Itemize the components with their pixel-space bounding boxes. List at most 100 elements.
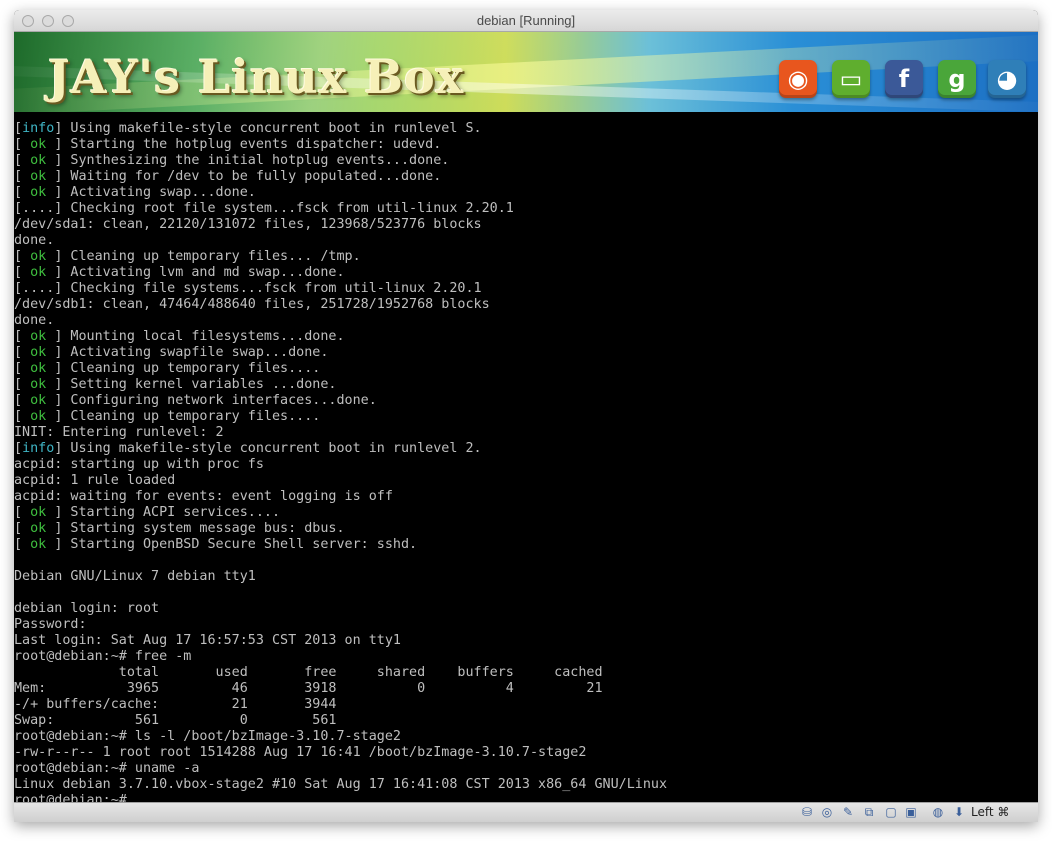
- terminal-line: INIT: Entering runlevel: 2: [14, 425, 224, 441]
- terminal-line-text: Debian GNU/Linux 7 debian tty1: [14, 569, 256, 584]
- terminal-line: debian login: root: [14, 601, 159, 617]
- status-tag: [ ok ]: [14, 361, 63, 376]
- terminal-line: acpid: waiting for events: event logging…: [14, 489, 393, 505]
- terminal-line: root@debian:~# _: [14, 793, 143, 802]
- title-bar: debian [Running]: [14, 10, 1038, 32]
- terminal-line-text: Mounting local filesystems...done.: [62, 329, 345, 344]
- terminal-line-text: Activating swapfile swap...done.: [62, 345, 329, 360]
- terminal-line-text: Starting ACPI services....: [62, 505, 281, 520]
- terminal-line-text: /dev/sda1: clean, 22120/131072 files, 12…: [14, 217, 482, 232]
- terminal-line: /dev/sdb1: clean, 47464/488640 files, 25…: [14, 297, 490, 313]
- terminal-line-text: debian login: root: [14, 601, 160, 616]
- terminal-line: -rw-r--r-- 1 root root 1514288 Aug 17 16…: [14, 745, 586, 761]
- status-tag: [ ok ]: [14, 137, 63, 152]
- terminal-line-text: Password:: [14, 617, 87, 632]
- terminal-line: [info] Using makefile-style concurrent b…: [14, 121, 482, 137]
- terminal-line: /dev/sda1: clean, 22120/131072 files, 12…: [14, 217, 482, 233]
- terminal-line: acpid: starting up with proc fs: [14, 457, 264, 473]
- terminal-line-text: root@debian:~# _: [14, 793, 143, 802]
- terminal-line: acpid: 1 rule loaded: [14, 473, 175, 489]
- terminal-line: [ ok ] Starting the hotplug events dispa…: [14, 137, 441, 153]
- status-tag: [ ok ]: [14, 537, 63, 552]
- terminal-line: Mem: 3965 46 3918 0 4 21: [14, 681, 603, 697]
- video-capture-icon[interactable]: ▣: [904, 805, 918, 819]
- terminal-line-text: Waiting for /dev to be fully populated..…: [62, 169, 442, 184]
- shared-folders-icon[interactable]: ⧉: [862, 805, 876, 819]
- terminal-line: root@debian:~# free -m: [14, 649, 191, 665]
- terminal-line-text: Configuring network interfaces...done.: [62, 393, 377, 408]
- status-tag: [ ok ]: [14, 505, 63, 520]
- terminal-line-text: Using makefile-style concurrent boot in …: [62, 441, 482, 456]
- terminal-line: Debian GNU/Linux 7 debian tty1: [14, 569, 256, 585]
- terminal-line: [ ok ] Synthesizing the initial hotplug …: [14, 153, 449, 169]
- terminal-screen[interactable]: [info] Using makefile-style concurrent b…: [14, 112, 1038, 802]
- banner: JAY's Linux Box ◉ ▭ f g ◕: [14, 32, 1038, 112]
- status-tag: [ ok ]: [14, 393, 63, 408]
- terminal-line: Password:: [14, 617, 87, 633]
- terminal-line: done.: [14, 313, 54, 329]
- terminal-line-text: Setting kernel variables ...done.: [62, 377, 337, 392]
- terminal-line: [ ok ] Mounting local filesystems...done…: [14, 329, 345, 345]
- terminal-line-text: root@debian:~# ls -l /boot/bzImage-3.10.…: [14, 729, 401, 744]
- terminal-line: [ ok ] Starting system message bus: dbus…: [14, 521, 345, 537]
- terminal-line-text: Synthesizing the initial hotplug events.…: [62, 153, 450, 168]
- status-tag: [ ok ]: [14, 265, 63, 280]
- terminal-line: total used free shared buffers cached: [14, 665, 603, 681]
- hard-disk-icon[interactable]: ⛁: [800, 805, 814, 819]
- terminal-line: Last login: Sat Aug 17 16:57:53 CST 2013…: [14, 633, 401, 649]
- terminal-line: [ ok ] Waiting for /dev to be fully popu…: [14, 169, 441, 185]
- usb-icon[interactable]: ✎: [841, 805, 855, 819]
- status-tag: [ ok ]: [14, 377, 63, 392]
- terminal-line-text: Starting the hotplug events dispatcher: …: [62, 137, 442, 152]
- status-tag: [ ok ]: [14, 345, 63, 360]
- google-icon[interactable]: g: [938, 60, 976, 98]
- display-icon[interactable]: ▢: [884, 805, 898, 819]
- terminal-line: Swap: 561 0 561: [14, 713, 336, 729]
- terminal-line-text: acpid: waiting for events: event logging…: [14, 489, 393, 504]
- terminal-line: Linux debian 3.7.10.vbox-stage2 #10 Sat …: [14, 777, 667, 793]
- download-icon[interactable]: ⬇: [952, 805, 966, 819]
- window-title: debian [Running]: [476, 13, 576, 28]
- terminal-line-text: /dev/sdb1: clean, 47464/488640 files, 25…: [14, 297, 490, 312]
- terminal-line: [....] Checking file systems...fsck from…: [14, 281, 482, 297]
- terminal-line-text: Mem: 3965 46 3918 0 4 21: [14, 681, 603, 696]
- terminal-line-text: INIT: Entering runlevel: 2: [14, 425, 224, 440]
- chat-icon[interactable]: ▭: [832, 60, 870, 98]
- terminal-line-text: acpid: starting up with proc fs: [14, 457, 264, 472]
- status-bar: ⛁ ◎ ✎ ⧉ ▢ ▣ ◍ ⬇ Left ⌘: [14, 802, 1038, 822]
- terminal-line-text: done.: [14, 313, 55, 328]
- terminal-line-text: done.: [14, 233, 55, 248]
- vm-window: debian [Running] JAY's Linux Box ◉ ▭ f g ◕ […: [14, 10, 1038, 822]
- terminal-line: done.: [14, 233, 54, 249]
- terminal-line: [ ok ] Cleaning up temporary files... /t…: [14, 249, 361, 265]
- terminal-line: root@debian:~# ls -l /boot/bzImage-3.10.…: [14, 729, 401, 745]
- status-tag: [ ok ]: [14, 329, 63, 344]
- terminal-line-text: Starting OpenBSD Secure Shell server: ss…: [62, 537, 418, 552]
- status-tag: [ ok ]: [14, 153, 63, 168]
- penguin-icon[interactable]: ◕: [988, 60, 1026, 98]
- terminal-line-text: [....] Checking file systems...fsck from…: [14, 281, 482, 296]
- terminal-line: [ ok ] Configuring network interfaces...…: [14, 393, 377, 409]
- status-tag: [ ok ]: [14, 521, 63, 536]
- terminal-line: [ ok ] Setting kernel variables ...done.: [14, 377, 336, 393]
- facebook-icon[interactable]: f: [885, 60, 923, 98]
- terminal-line-text: -rw-r--r-- 1 root root 1514288 Aug 17 16…: [14, 745, 587, 760]
- terminal-line: [....] Checking root file system...fsck …: [14, 201, 514, 217]
- terminal-line: [ ok ] Starting ACPI services....: [14, 505, 280, 521]
- terminal-line: [ ok ] Activating swapfile swap...done.: [14, 345, 328, 361]
- brand-logo: JAY's Linux Box: [48, 50, 465, 104]
- terminal-line-text: Linux debian 3.7.10.vbox-stage2 #10 Sat …: [14, 777, 668, 792]
- network-icon[interactable]: ◍: [931, 805, 945, 819]
- terminal-line-text: Last login: Sat Aug 17 16:57:53 CST 2013…: [14, 633, 401, 648]
- terminal-line: [ ok ] Activating swap...done.: [14, 185, 256, 201]
- terminal-line-text: Cleaning up temporary files....: [62, 361, 321, 376]
- terminal-line-text: Using makefile-style concurrent boot in …: [62, 121, 482, 136]
- status-tag: [info]: [14, 441, 63, 456]
- status-tag: [ ok ]: [14, 409, 63, 424]
- rss-icon[interactable]: ◉: [779, 60, 817, 98]
- terminal-line-text: root@debian:~# free -m: [14, 649, 192, 664]
- terminal-line-text: Swap: 561 0 561: [14, 713, 337, 728]
- terminal-line-text: total used free shared buffers cached: [14, 665, 603, 680]
- optical-drive-icon[interactable]: ◎: [820, 805, 834, 819]
- host-key-label: Left ⌘: [971, 805, 1010, 819]
